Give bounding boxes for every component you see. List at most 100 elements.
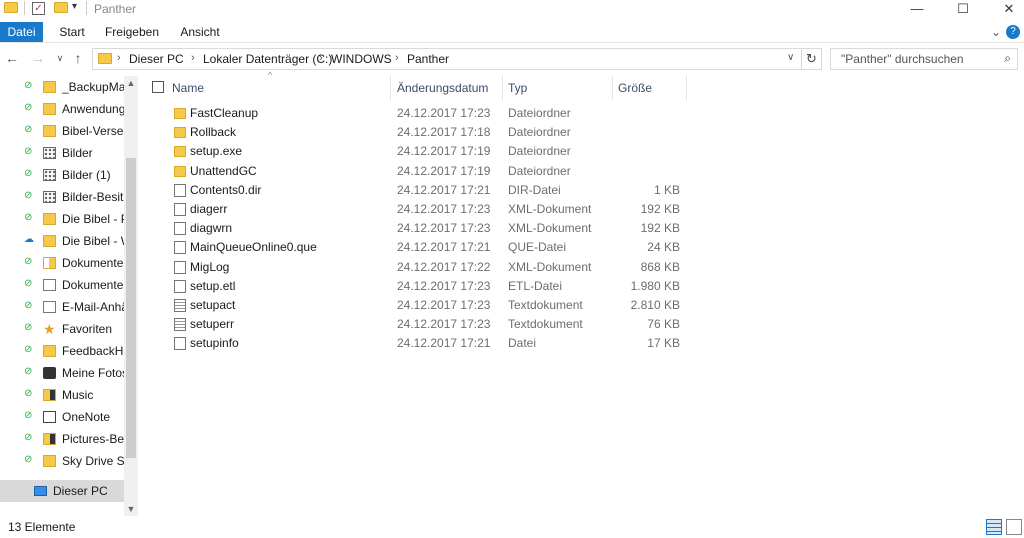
nav-item-label: Die Bibel - W (62, 234, 124, 248)
nav-item[interactable]: ⊘ Pictures-Bes (0, 428, 124, 450)
file-row[interactable]: setuperr 24.12.2017 17:23 Textdokument 76 K… (142, 315, 702, 334)
column-header-name[interactable]: Name (172, 76, 204, 100)
nav-item[interactable]: ⊘ Bilder (0, 142, 124, 164)
synced-status-icon: ⊘ (24, 322, 33, 333)
tab-ansicht[interactable]: Ansicht (174, 22, 226, 42)
nav-item[interactable]: ⊘ Die Bibel - Pl (0, 208, 124, 230)
tab-freigeben[interactable]: Freigeben (102, 22, 162, 42)
scroll-up-icon[interactable]: ▲ (124, 76, 138, 90)
breadcrumb-panther[interactable]: Panther (407, 52, 449, 66)
nav-item[interactable]: ⊘ Bilder (1) (0, 164, 124, 186)
nav-item-label: Pictures-Bes (62, 432, 124, 446)
nav-item[interactable]: ⊘ _BackupMan (0, 76, 124, 98)
file-name: setupact (190, 298, 236, 312)
file-row[interactable]: FastCleanup 24.12.2017 17:23 Dateiordner (142, 104, 702, 123)
crumb-separator-icon[interactable]: › (395, 52, 399, 64)
folder-icon (43, 103, 56, 115)
divider (801, 49, 802, 69)
column-header-size[interactable]: Größe (618, 76, 652, 100)
quick-access-dropdown-icon[interactable]: ▾ (72, 1, 77, 12)
file-type: Dateiordner (508, 106, 571, 120)
column-divider[interactable] (390, 76, 391, 100)
address-bar[interactable]: › Dieser PC › Lokaler Datenträger (C:) ›… (92, 48, 822, 70)
details-view-icon[interactable] (986, 519, 1002, 535)
up-icon[interactable]: ↑ (70, 50, 86, 66)
nav-item[interactable]: ☁ Die Bibel - W (0, 230, 124, 252)
search-box[interactable]: "Panther" durchsuchen ⌕ (830, 48, 1018, 70)
nav-item[interactable]: ⊘ Dokumente (0, 252, 124, 274)
file-row[interactable]: MainQueueOnline0.que 24.12.2017 17:21 QUE-… (142, 238, 702, 257)
file-type: Dateiordner (508, 144, 571, 159)
nav-item[interactable]: ⊘ Sky Drive Set (0, 450, 124, 472)
scroll-down-icon[interactable]: ▼ (124, 502, 138, 516)
file-row[interactable]: setupact 24.12.2017 17:23 Textdokument 2.81… (142, 296, 702, 315)
nav-item[interactable]: ⊘ FeedbackHu (0, 340, 124, 362)
crumb-separator-icon[interactable]: › (117, 52, 121, 64)
breadcrumb-dieser-pc[interactable]: Dieser PC (129, 52, 184, 66)
file-row[interactable]: setupinfo 24.12.2017 17:21 Datei 17 KB (142, 334, 702, 353)
nav-item-dieser-pc[interactable]: Dieser PC (0, 480, 124, 502)
file-row[interactable]: Rollback 24.12.2017 17:18 Dateiordner (142, 123, 702, 142)
synced-status-icon: ⊘ (24, 212, 33, 223)
nav-item[interactable]: ⊘ E-Mail-Anhä (0, 296, 124, 318)
help-icon[interactable]: ? (1006, 25, 1020, 39)
file-row[interactable]: Contents0.dir 24.12.2017 17:21 DIR-Datei 1 … (142, 181, 702, 200)
new-folder-icon[interactable] (54, 2, 68, 13)
folder-icon (43, 455, 56, 467)
nav-scrollbar[interactable]: ▲ ▼ (124, 76, 138, 516)
search-input[interactable]: "Panther" durchsuchen (841, 52, 964, 66)
column-divider[interactable] (502, 76, 503, 100)
folder-icon (174, 108, 186, 119)
file-row[interactable]: UnattendGC 24.12.2017 17:19 Dateiordner (142, 162, 702, 181)
address-dropdown-icon[interactable]: ∨ (787, 52, 794, 63)
close-button[interactable]: ✕ (986, 0, 1024, 20)
file-icon (174, 337, 186, 351)
recent-locations-icon[interactable]: ∨ (52, 50, 68, 66)
maximize-button[interactable]: ☐ (940, 0, 986, 20)
file-name: setuperr (190, 317, 235, 332)
nav-item[interactable]: ⊘ Bibel-Verse (0, 120, 124, 142)
expand-ribbon-icon[interactable]: ⌄ (988, 22, 1004, 42)
nav-item[interactable]: ⊘ Bilder-Besitz (0, 186, 124, 208)
column-divider[interactable] (612, 76, 613, 100)
column-divider[interactable] (686, 76, 687, 100)
nav-item-label: Sky Drive Set (62, 454, 124, 468)
column-header-type[interactable]: Typ (508, 76, 527, 100)
nav-item[interactable]: ⊘ Dokumente- (0, 274, 124, 296)
nav-item-label: Anwendung (62, 102, 124, 116)
breadcrumb-lokaler-datentraeger[interactable]: Lokaler Datenträger (C:) (203, 52, 332, 66)
file-row[interactable]: MigLog 24.12.2017 17:22 XML-Dokument 868 KB (142, 258, 702, 277)
nav-item[interactable]: ⊘ Meine Fotos (0, 362, 124, 384)
properties-icon[interactable]: ✓ (32, 2, 45, 15)
file-name: diagerr (190, 202, 228, 216)
nav-item[interactable]: ⊘ Anwendung (0, 98, 124, 120)
file-type: Datei (508, 336, 537, 351)
back-icon[interactable]: ← (4, 50, 20, 66)
search-icon[interactable]: ⌕ (1004, 51, 1011, 66)
large-icons-view-icon[interactable] (1006, 519, 1022, 535)
scrollbar-thumb[interactable] (126, 158, 136, 458)
refresh-icon[interactable]: ↻ (806, 51, 817, 67)
forward-icon[interactable]: → (30, 50, 46, 66)
select-all-checkbox[interactable] (152, 81, 164, 93)
column-header-date[interactable]: Änderungsdatum (397, 76, 488, 100)
nav-item-label: Favoriten (62, 322, 113, 336)
breadcrumb-windows[interactable]: WINDOWS (331, 52, 392, 66)
file-name: setup.exe (190, 144, 243, 159)
nav-item[interactable]: ⊘ ★ Favoriten (0, 318, 124, 340)
nav-item-label: Bilder-Besitz (62, 190, 124, 204)
file-row[interactable]: setup.exe 24.12.2017 17:19 Dateiordner (142, 142, 702, 161)
crumb-separator-icon[interactable]: › (191, 52, 195, 64)
nav-item-label: _BackupMan (62, 80, 124, 94)
synced-status-icon: ⊘ (24, 278, 33, 289)
tab-start[interactable]: Start (52, 22, 92, 42)
tab-datei[interactable]: Datei (0, 22, 43, 42)
computer-icon (34, 486, 47, 496)
file-row[interactable]: diagwrn 24.12.2017 17:23 XML-Dokument 192 K… (142, 219, 702, 238)
file-row[interactable]: diagerr 24.12.2017 17:23 XML-Dokument 192 K… (142, 200, 702, 219)
nav-item[interactable]: ⊘ OneNote (0, 406, 124, 428)
file-row[interactable]: setup.etl 24.12.2017 17:23 ETL-Datei 1.980 … (142, 277, 702, 296)
minimize-button[interactable]: — (894, 0, 940, 20)
crumb-separator-icon[interactable]: › (319, 52, 323, 64)
nav-item[interactable]: ⊘ Music (0, 384, 124, 406)
